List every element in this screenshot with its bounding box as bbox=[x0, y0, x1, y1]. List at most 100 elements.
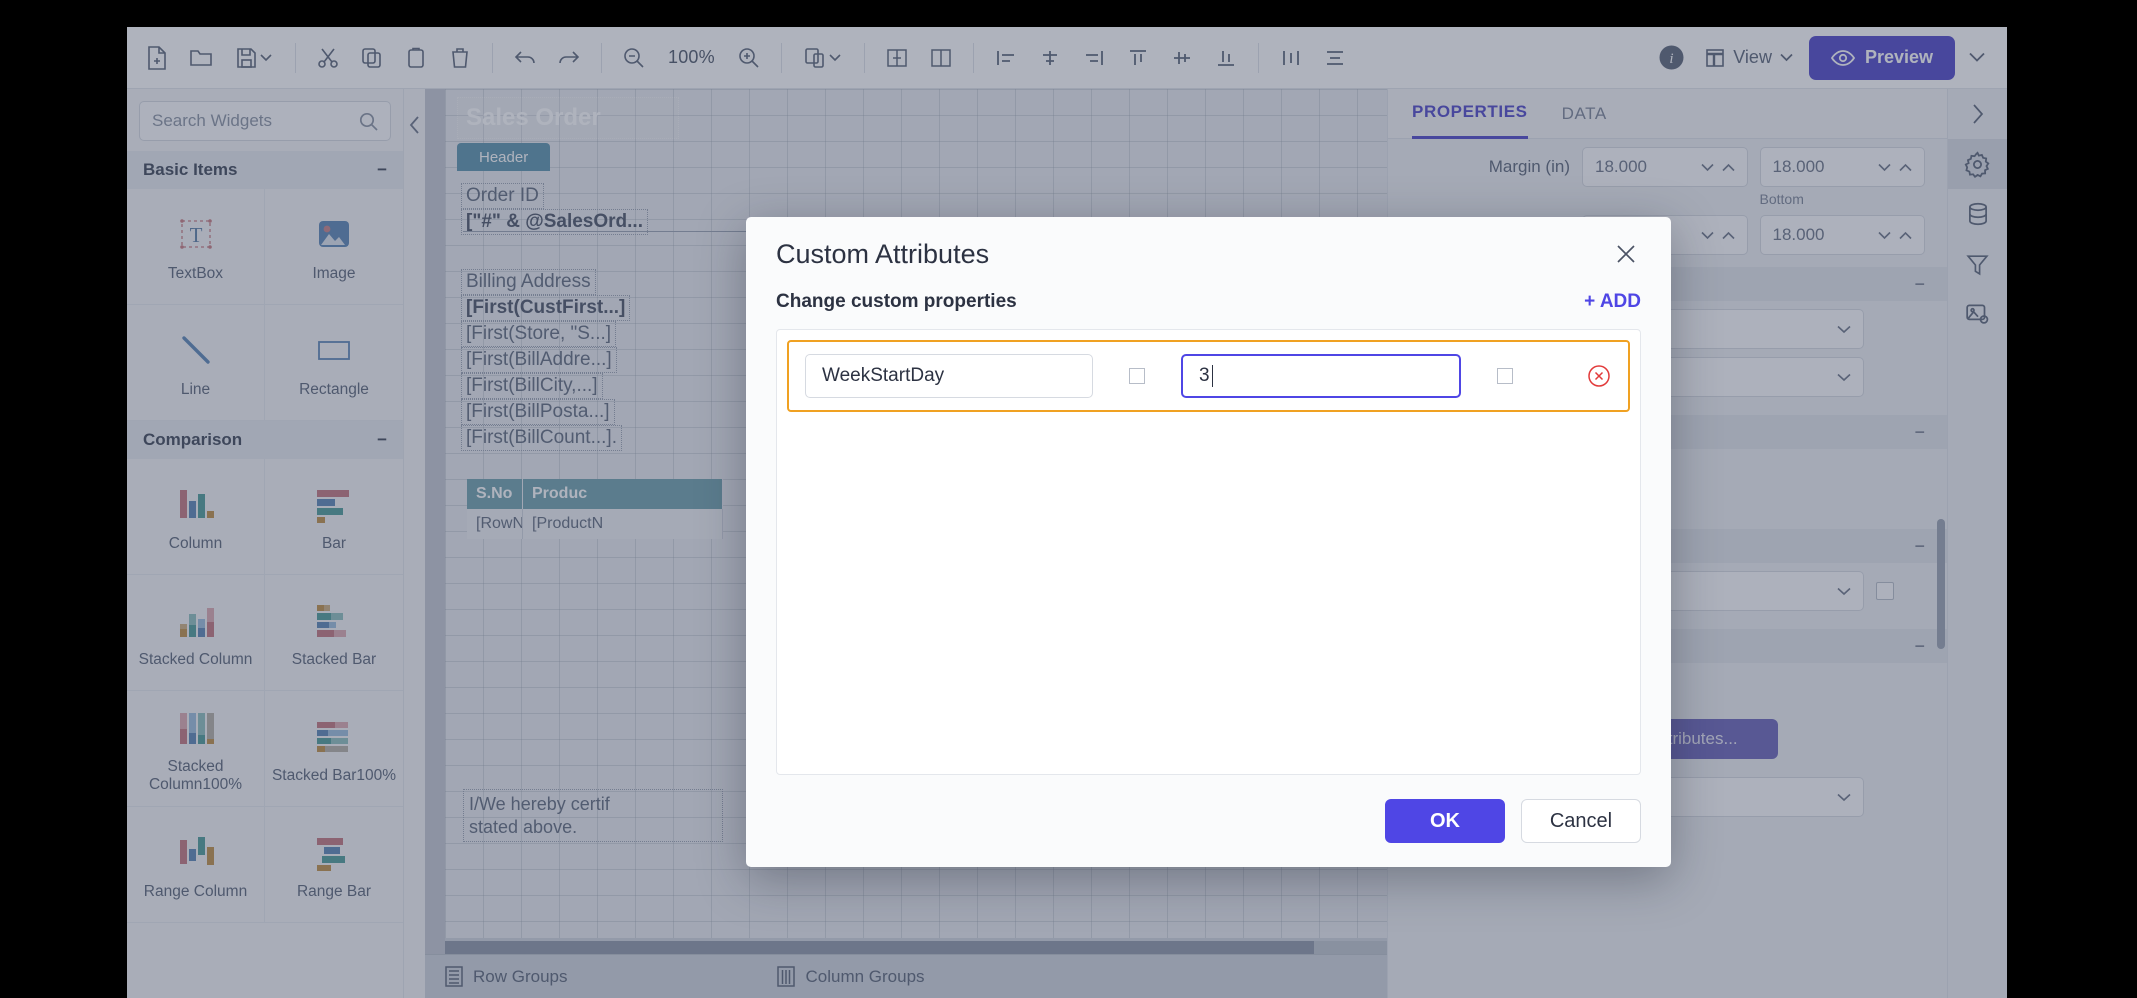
widget-textbox[interactable]: T TextBox bbox=[127, 189, 265, 305]
redo-icon[interactable] bbox=[547, 36, 591, 80]
attribute-name-checkbox[interactable] bbox=[1129, 368, 1145, 384]
search-input[interactable]: Search Widgets bbox=[139, 101, 391, 141]
gear-icon[interactable] bbox=[1948, 139, 2008, 189]
zoom-out-icon[interactable] bbox=[612, 36, 656, 80]
image-settings-icon[interactable] bbox=[1948, 289, 2008, 339]
chevron-left-icon bbox=[409, 116, 421, 134]
new-file-icon[interactable] bbox=[135, 36, 179, 80]
collapse-left-panel-button[interactable] bbox=[404, 105, 426, 145]
align-right-icon[interactable] bbox=[1072, 36, 1116, 80]
zoom-in-icon[interactable] bbox=[727, 36, 771, 80]
toolbar-divider bbox=[295, 43, 296, 73]
remove-circle-icon[interactable] bbox=[1586, 363, 1612, 389]
report-field-billcountry[interactable]: [First(BillCount...]. bbox=[461, 425, 622, 451]
widget-range-bar[interactable]: Range Bar bbox=[265, 807, 403, 923]
align-top-icon[interactable] bbox=[1116, 36, 1160, 80]
svg-text:T: T bbox=[189, 223, 202, 247]
add-attribute-button[interactable]: + ADD bbox=[1584, 291, 1641, 313]
filter-icon[interactable] bbox=[1948, 239, 2008, 289]
view-menu-button[interactable]: View bbox=[1693, 36, 1805, 80]
widget-group-header-comparison[interactable]: Comparison − bbox=[127, 421, 403, 459]
stacked-bar-chart-icon bbox=[311, 597, 357, 643]
widget-label: Rectangle bbox=[299, 381, 369, 399]
properties-vertical-scrollbar[interactable] bbox=[1937, 519, 1945, 649]
widget-line[interactable]: Line bbox=[127, 305, 265, 421]
collapse-icon[interactable]: − bbox=[1914, 274, 1925, 295]
widget-group-header-basic-items[interactable]: Basic Items − bbox=[127, 151, 403, 189]
paste-icon[interactable] bbox=[394, 36, 438, 80]
align-bottom-icon[interactable] bbox=[1204, 36, 1248, 80]
tab-data[interactable]: DATA bbox=[1562, 89, 1607, 139]
cut-icon[interactable] bbox=[306, 36, 350, 80]
stacked-column-100-chart-icon bbox=[173, 704, 219, 750]
report-field-certification[interactable]: I/We hereby certif stated above. bbox=[463, 789, 723, 842]
attribute-value-checkbox[interactable] bbox=[1497, 368, 1513, 384]
align-left-icon[interactable] bbox=[984, 36, 1028, 80]
align-middle-icon[interactable] bbox=[1160, 36, 1204, 80]
report-field-store[interactable]: [First(Store, "S...] bbox=[461, 321, 616, 347]
copy-icon[interactable] bbox=[350, 36, 394, 80]
info-icon[interactable]: i bbox=[1649, 36, 1693, 80]
main-toolbar: 100% bbox=[127, 27, 2007, 89]
report-field-billing-address[interactable]: Billing Address bbox=[461, 269, 596, 295]
report-field-custfirst[interactable]: [First(CustFirst...] bbox=[461, 295, 630, 321]
column-chart-icon bbox=[173, 481, 219, 527]
generic-checkbox[interactable] bbox=[1876, 582, 1894, 600]
report-field-billcity[interactable]: [First(BillCity,...] bbox=[461, 373, 603, 399]
collapse-icon[interactable]: − bbox=[1914, 536, 1925, 557]
margin-left-input[interactable]: 18.000 bbox=[1582, 147, 1748, 187]
close-icon[interactable] bbox=[1611, 239, 1641, 269]
open-folder-icon[interactable] bbox=[179, 36, 223, 80]
collapse-icon[interactable]: − bbox=[377, 160, 387, 180]
margin-right-input[interactable]: 18.000 bbox=[1760, 147, 1926, 187]
collapse-icon[interactable]: − bbox=[377, 430, 387, 450]
attribute-name-input[interactable]: WeekStartDay bbox=[805, 354, 1093, 398]
ok-button[interactable]: OK bbox=[1385, 799, 1505, 843]
distribute-vertical-icon[interactable] bbox=[1313, 36, 1357, 80]
undo-icon[interactable] bbox=[503, 36, 547, 80]
toolbar-overflow-button[interactable] bbox=[1955, 36, 1999, 80]
chevron-right-icon[interactable] bbox=[1948, 89, 2008, 139]
chevron-down-icon bbox=[1878, 163, 1891, 172]
widget-rectangle[interactable]: Rectangle bbox=[265, 305, 403, 421]
split-vertical-icon[interactable] bbox=[919, 36, 963, 80]
tab-properties[interactable]: PROPERTIES bbox=[1412, 89, 1528, 139]
preview-button[interactable]: Preview bbox=[1809, 36, 1955, 80]
device-preview-icon[interactable] bbox=[792, 36, 854, 80]
widget-stacked-bar-100[interactable]: Stacked Bar100% bbox=[265, 691, 403, 807]
column-groups-button[interactable]: Column Groups bbox=[777, 966, 924, 987]
attribute-value-input[interactable]: 3 bbox=[1181, 354, 1461, 398]
report-table-header[interactable]: S.No Produc bbox=[467, 479, 723, 509]
cancel-button[interactable]: Cancel bbox=[1521, 799, 1641, 843]
widget-bar[interactable]: Bar bbox=[265, 459, 403, 575]
report-table-row[interactable]: [RowN [ProductN bbox=[467, 509, 723, 539]
range-column-chart-icon bbox=[173, 829, 219, 875]
dialog-subheader: Change custom properties + ADD bbox=[746, 291, 1671, 329]
zoom-level-label[interactable]: 100% bbox=[656, 47, 727, 68]
delete-icon[interactable] bbox=[438, 36, 482, 80]
header-band-tab[interactable]: Header bbox=[457, 143, 550, 171]
text-caret bbox=[1212, 365, 1213, 387]
collapse-icon[interactable]: − bbox=[1914, 636, 1925, 657]
widget-stacked-bar[interactable]: Stacked Bar bbox=[265, 575, 403, 691]
distribute-horizontal-icon[interactable] bbox=[1269, 36, 1313, 80]
save-button[interactable] bbox=[223, 36, 285, 80]
report-field-order-id[interactable]: Order ID bbox=[461, 183, 544, 209]
widget-stacked-column-100[interactable]: Stacked Column100% bbox=[127, 691, 265, 807]
widget-column[interactable]: Column bbox=[127, 459, 265, 575]
split-horizontal-icon[interactable] bbox=[875, 36, 919, 80]
row-groups-button[interactable]: Row Groups bbox=[445, 966, 567, 987]
report-title-textbox[interactable]: Sales Order bbox=[457, 97, 679, 139]
widget-range-column[interactable]: Range Column bbox=[127, 807, 265, 923]
margin-bottom-input[interactable]: 18.000 bbox=[1760, 215, 1926, 255]
widget-image[interactable]: Image bbox=[265, 189, 403, 305]
widget-stacked-column[interactable]: Stacked Column bbox=[127, 575, 265, 691]
report-field-billaddress[interactable]: [First(BillAddre...] bbox=[461, 347, 617, 373]
dialog-subtitle: Change custom properties bbox=[776, 291, 1017, 313]
collapse-icon[interactable]: − bbox=[1914, 422, 1925, 443]
database-icon[interactable] bbox=[1948, 189, 2008, 239]
align-center-icon[interactable] bbox=[1028, 36, 1072, 80]
preview-label: Preview bbox=[1865, 47, 1933, 68]
dialog-footer: OK Cancel bbox=[746, 775, 1671, 867]
report-field-billpostal[interactable]: [First(BillPosta...] bbox=[461, 399, 615, 425]
